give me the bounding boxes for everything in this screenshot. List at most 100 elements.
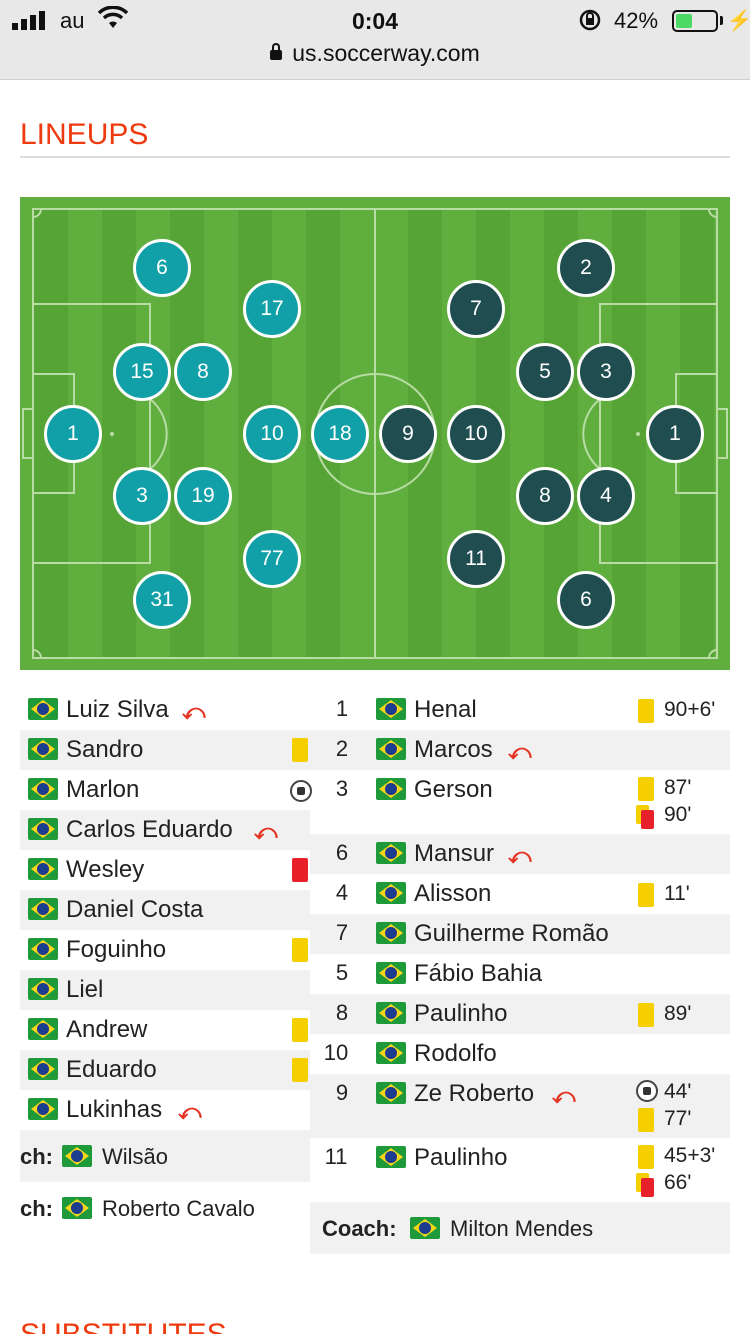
home-player-marker[interactable]: 6 (133, 239, 191, 297)
shirt-number: 1 (335, 696, 349, 721)
shirt-number: 4 (335, 880, 349, 905)
player-name[interactable]: Marlon (66, 776, 139, 804)
home-player-marker[interactable]: 15 (113, 343, 171, 401)
player-name[interactable]: Ze Roberto (414, 1080, 534, 1108)
brazil-flag-icon (376, 1002, 406, 1024)
brazil-flag-icon (28, 778, 58, 800)
substitution-icon: ⤺ (552, 1083, 576, 1108)
substitution-icon: ⤺ (178, 1099, 202, 1124)
home-player-marker[interactable]: 1 (44, 405, 102, 463)
brazil-flag-icon (376, 962, 406, 984)
player-name[interactable]: Mansur (414, 840, 494, 868)
player-name[interactable]: Fábio Bahia (414, 960, 542, 988)
player-name[interactable]: Luiz Silva (66, 696, 169, 724)
away-player-marker[interactable]: 8 (516, 467, 574, 525)
brazil-flag-icon (28, 698, 58, 720)
brazil-flag-icon (376, 778, 406, 800)
away-player-marker[interactable]: 4 (577, 467, 635, 525)
red-card-icon (292, 858, 308, 882)
brazil-flag-icon (376, 738, 406, 760)
shirt-number: 2 (335, 736, 349, 761)
away-player-marker[interactable]: 6 (557, 571, 615, 629)
event-time: 90' (664, 803, 692, 826)
player-name[interactable]: Eduardo (66, 1056, 157, 1084)
away-player-marker[interactable]: 9 (379, 405, 437, 463)
coach-name[interactable]: Roberto Cavalo (102, 1196, 255, 1222)
brazil-flag-icon (62, 1197, 92, 1219)
event-time: 89' (664, 1002, 692, 1025)
list-item: 8 Paulinho 89' (310, 994, 730, 1034)
list-item: 9 Ze Roberto ⤺ 44' 77' (310, 1074, 730, 1138)
list-item: Luiz Silva ⤺ (20, 690, 310, 730)
yellow-card-icon (638, 699, 654, 723)
player-name[interactable]: Lukinhas (66, 1096, 162, 1124)
player-name[interactable]: Paulinho (414, 1144, 507, 1172)
home-player-marker[interactable]: 18 (311, 405, 369, 463)
home-player-marker[interactable]: 3 (113, 467, 171, 525)
player-name[interactable]: Rodolfo (414, 1040, 497, 1068)
brazil-flag-icon (376, 922, 406, 944)
home-player-marker[interactable]: 77 (243, 530, 301, 588)
away-player-marker[interactable]: 3 (577, 343, 635, 401)
away-player-marker[interactable]: 5 (516, 343, 574, 401)
battery-percent: 42% (614, 8, 659, 33)
player-name[interactable]: Andrew (66, 1016, 147, 1044)
list-item: 3 Gerson 87' 90' (310, 770, 730, 834)
rotation-lock-icon (579, 9, 601, 31)
brazil-flag-icon (28, 738, 58, 760)
away-player-marker[interactable]: 1 (646, 405, 704, 463)
away-player-marker[interactable]: 2 (557, 239, 615, 297)
player-name[interactable]: Guilherme Romão (414, 920, 609, 948)
player-name[interactable]: Foguinho (66, 936, 166, 964)
player-name[interactable]: Marcos (414, 736, 493, 764)
home-player-marker[interactable]: 10 (243, 405, 301, 463)
brazil-flag-icon (410, 1217, 440, 1239)
list-item: 11 Paulinho 45+3' 66' (310, 1138, 730, 1202)
divider (20, 156, 730, 158)
event-time: 11' (664, 882, 690, 905)
event-time: 77' (664, 1107, 692, 1130)
yellow-card-icon (292, 738, 308, 762)
away-player-marker[interactable]: 7 (447, 280, 505, 338)
player-name[interactable]: Paulinho (414, 1000, 507, 1028)
player-name[interactable]: Sandro (66, 736, 143, 764)
section-title-substitutes: SUBSTITUTES (20, 1318, 227, 1334)
home-player-marker[interactable]: 19 (174, 467, 232, 525)
brazil-flag-icon (28, 898, 58, 920)
goal-ball-icon (636, 1080, 658, 1102)
yellow-card-icon (638, 1003, 654, 1027)
player-name[interactable]: Wesley (66, 856, 144, 884)
brazil-flag-icon (28, 1058, 58, 1080)
charging-bolt-icon: ⚡ (727, 10, 750, 32)
coach-name[interactable]: Wilsão (102, 1144, 168, 1170)
list-item: 1 Henal 90+6' (310, 690, 730, 730)
home-player-marker[interactable]: 17 (243, 280, 301, 338)
brazil-flag-icon (62, 1145, 92, 1167)
url-text: us.soccerway.com (292, 40, 480, 66)
away-player-marker[interactable]: 10 (447, 405, 505, 463)
player-name[interactable]: Henal (414, 696, 477, 724)
player-name[interactable]: Daniel Costa (66, 896, 203, 924)
shirt-number: 6 (335, 840, 349, 865)
brazil-flag-icon (376, 882, 406, 904)
home-player-marker[interactable]: 31 (133, 571, 191, 629)
event-time: 44' (664, 1080, 692, 1103)
second-yellow-card-icon (636, 805, 654, 829)
shirt-number: 11 (324, 1144, 348, 1169)
home-player-marker[interactable]: 8 (174, 343, 232, 401)
player-name[interactable]: Alisson (414, 880, 491, 908)
coach-name[interactable]: Milton Mendes (450, 1216, 593, 1242)
brazil-flag-icon (376, 1146, 406, 1168)
substitution-icon: ⤺ (508, 843, 532, 868)
event-time: 45+3' (664, 1144, 716, 1167)
player-name[interactable]: Carlos Eduardo (66, 816, 233, 844)
away-player-marker[interactable]: 11 (447, 530, 505, 588)
yellow-card-icon (292, 1058, 308, 1082)
shirt-number: 10 (323, 1040, 349, 1065)
player-name[interactable]: Gerson (414, 776, 493, 804)
list-item: Daniel Costa (20, 890, 310, 930)
player-name[interactable]: Liel (66, 976, 103, 1004)
shirt-number: 7 (335, 920, 349, 945)
address-bar[interactable]: us.soccerway.com (0, 40, 750, 67)
yellow-card-icon (292, 938, 308, 962)
